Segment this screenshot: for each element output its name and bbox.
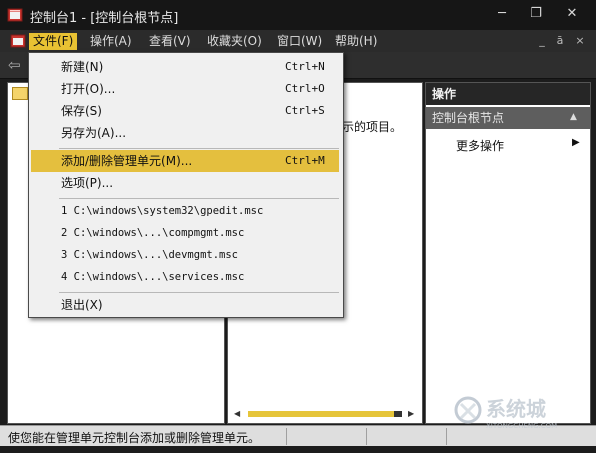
horizontal-scrollbar-end xyxy=(394,411,402,417)
actions-section-root-node[interactable]: 控制台根节点 ▲ xyxy=(426,107,590,129)
menu-item-label: 选项(P)... xyxy=(61,176,114,190)
menu-window[interactable]: 窗口(W) xyxy=(273,33,326,50)
horizontal-scrollbar-thumb[interactable] xyxy=(248,411,402,417)
menu-item-shortcut: Ctrl+N xyxy=(285,60,325,73)
menu-item-recent-3[interactable]: 3 C:\windows\...\devmgmt.msc xyxy=(31,244,339,266)
window-title: 控制台1 - [控制台根节点] xyxy=(30,11,179,26)
menu-item-recent-2[interactable]: 2 C:\windows\...\compmgmt.msc xyxy=(31,222,339,244)
menu-item-label: 保存(S) xyxy=(61,104,102,118)
menu-file[interactable]: 文件(F) xyxy=(29,33,78,50)
recent-file-path: 2 C:\windows\...\compmgmt.msc xyxy=(61,227,245,239)
watermark-subtext: XITONGCHENG.COM xyxy=(486,422,557,430)
menu-item-shortcut: Ctrl+M xyxy=(285,154,325,167)
menu-item-open[interactable]: 打开(O)... Ctrl+O xyxy=(31,78,339,100)
title-bar: 控制台1 - [控制台根节点] ─ ❐ ✕ xyxy=(0,0,596,30)
empty-message: 示的项目。 xyxy=(342,120,403,134)
actions-section-label: 控制台根节点 xyxy=(432,111,505,125)
status-text: 使您能在管理单元控制台添加或删除管理单元。 xyxy=(8,431,261,445)
menu-item-new[interactable]: 新建(N) Ctrl+N xyxy=(31,56,339,78)
recent-file-path: 4 C:\windows\...\services.msc xyxy=(61,271,245,283)
menu-bar: 文件(F) 操作(A) 查看(V) 收藏夹(O) 窗口(W) 帮助(H) _ ā… xyxy=(0,30,596,52)
recent-file-path: 3 C:\windows\...\devmgmt.msc xyxy=(61,249,239,261)
mmc-app-icon[interactable] xyxy=(7,7,23,23)
menu-favorites[interactable]: 收藏夹(O) xyxy=(203,33,266,50)
mdi-close-button[interactable]: × xyxy=(572,33,588,49)
menu-item-label: 添加/删除管理单元(M)... xyxy=(61,154,193,168)
back-arrow-icon[interactable]: ⇦ xyxy=(8,56,26,74)
status-divider xyxy=(286,428,287,445)
menu-item-label: 另存为(A)... xyxy=(61,126,127,140)
mdi-minimize-button[interactable]: _ xyxy=(534,33,550,49)
site-watermark-logo: 系统城 XITONGCHENG.COM xyxy=(454,396,557,430)
restore-button[interactable]: ❐ xyxy=(520,2,552,26)
submenu-arrow-icon: ▶ xyxy=(572,137,580,148)
scroll-right-icon[interactable]: ▶ xyxy=(408,409,414,418)
window-bottom-edge xyxy=(0,446,596,453)
minimize-button[interactable]: ─ xyxy=(486,2,518,26)
menu-view[interactable]: 查看(V) xyxy=(145,33,195,50)
status-divider xyxy=(446,428,447,445)
menu-item-exit[interactable]: 退出(X) xyxy=(31,294,339,316)
mdi-restore-button[interactable]: ā xyxy=(552,33,568,49)
menu-item-options[interactable]: 选项(P)... xyxy=(31,172,339,194)
close-button[interactable]: ✕ xyxy=(556,2,588,26)
scroll-left-icon[interactable]: ◀ xyxy=(234,409,240,418)
menu-item-recent-4[interactable]: 4 C:\windows\...\services.msc xyxy=(31,266,339,288)
menu-action[interactable]: 操作(A) xyxy=(86,33,136,50)
menu-separator xyxy=(59,292,339,293)
recent-file-path: 1 C:\windows\system32\gpedit.msc xyxy=(61,205,264,217)
watermark-text: 系统城 xyxy=(486,397,546,421)
menu-item-shortcut: Ctrl+O xyxy=(285,82,325,95)
menu-separator xyxy=(59,148,339,149)
menu-separator xyxy=(59,198,339,199)
menu-item-label: 打开(O)... xyxy=(61,82,116,96)
menu-item-label: 新建(N) xyxy=(61,60,104,74)
file-menu-dropdown: 新建(N) Ctrl+N 打开(O)... Ctrl+O 保存(S) Ctrl+… xyxy=(28,52,344,318)
folder-icon[interactable] xyxy=(12,87,28,100)
menu-item-shortcut: Ctrl+S xyxy=(285,104,325,117)
menu-item-add-remove-snapin[interactable]: 添加/删除管理单元(M)... Ctrl+M xyxy=(31,150,339,172)
more-actions-link[interactable]: 更多操作 xyxy=(456,137,504,154)
menu-help[interactable]: 帮助(H) xyxy=(331,33,381,50)
collapse-arrow-icon[interactable]: ▲ xyxy=(570,111,577,123)
console-menu-icon[interactable] xyxy=(10,33,26,49)
menu-item-save-as[interactable]: 另存为(A)... xyxy=(31,122,339,144)
menu-item-save[interactable]: 保存(S) Ctrl+S xyxy=(31,100,339,122)
actions-pane: 操作 控制台根节点 ▲ 更多操作 ▶ xyxy=(425,82,591,424)
actions-header: 操作 xyxy=(426,83,590,105)
menu-item-label: 退出(X) xyxy=(61,298,103,312)
status-divider xyxy=(366,428,367,445)
menu-item-recent-1[interactable]: 1 C:\windows\system32\gpedit.msc xyxy=(31,200,339,222)
